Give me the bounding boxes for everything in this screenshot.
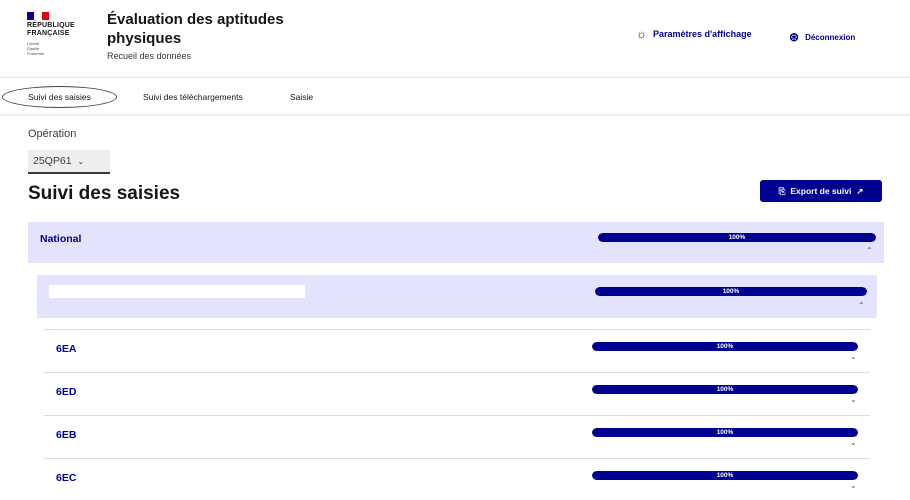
row-label: 6EB [56,429,77,441]
logout-button[interactable]: ⊛ Déconnexion [789,30,855,44]
logo-motto: Liberté Égalité Fraternité [27,41,82,56]
progress-bar-text: 100% [716,429,734,436]
page-title: Suivi des saisies [28,183,181,204]
row-label: 6ED [56,386,77,398]
logo-line-2: FRANÇAISE [27,30,70,37]
accordion-class-6ed[interactable]: 6ED 100% ⌄ [44,372,870,415]
operation-label: Opération [28,128,77,140]
tab-label: Suivi des téléchargements [143,92,243,102]
user-circle-icon: ⊛ [789,30,800,44]
chevron-up-icon[interactable]: ⌃ [866,246,873,255]
tab-label: Saisie [290,92,314,102]
tab-bar: Suivi des saisies Suivi des téléchargeme… [0,80,910,116]
row-label: National [40,233,82,245]
chevron-up-icon[interactable]: ⌃ [858,301,865,310]
tab-label: Suivi des saisies [28,92,91,102]
display-settings-button[interactable]: ☼ Paramètres d'affichage [636,27,752,41]
operation-selected-value: 25QP61 [33,155,72,167]
export-button[interactable]: ⎘ Export de suivi ↗ [760,180,882,202]
progress-bar: 100% [592,385,858,394]
download-file-icon: ⎘ [778,185,786,196]
progress-bar-text: 100% [728,234,746,241]
export-button-label: Export de suivi [790,186,852,196]
row-label: 6EC [56,472,77,484]
sun-icon: ☼ [636,27,647,41]
accordion-class-6eb[interactable]: 6EB 100% ⌄ [44,415,870,458]
tab-saisie[interactable]: Saisie [290,92,313,102]
external-link-icon: ↗ [856,185,864,196]
chevron-down-icon[interactable]: ⌄ [850,395,857,404]
school-name-redacted [49,285,305,298]
chevron-down-icon[interactable]: ⌄ [850,481,857,490]
site-header: RÉPUBLIQUE FRANÇAISE Liberté Égalité Fra… [0,0,910,78]
progress-bar-text: 100% [722,288,740,295]
progress-bar: 100% [595,287,867,296]
progress-bar-text: 100% [716,343,734,350]
chevron-down-icon[interactable]: ⌄ [850,438,857,447]
operation-select[interactable]: 25QP61 ⌄ [28,150,110,174]
accordion-national[interactable]: National 100% ⌃ [28,222,884,263]
site-subtitle: Recueil des données [107,51,192,61]
site-title[interactable]: Évaluation des aptitudes physiques [107,10,307,48]
progress-bar: 100% [592,428,858,437]
republique-francaise-logo[interactable]: RÉPUBLIQUE FRANÇAISE Liberté Égalité Fra… [27,12,82,56]
logout-label: Déconnexion [805,32,856,42]
progress-bar-text: 100% [716,386,734,393]
progress-bar: 100% [592,342,858,351]
chevron-down-icon[interactable]: ⌄ [850,352,857,361]
flag-icon [27,12,49,20]
chevron-down-icon: ⌄ [77,156,85,166]
accordion-class-6ec[interactable]: 6EC 100% ⌄ [44,458,870,500]
tab-suivi-telechargements[interactable]: Suivi des téléchargements [143,92,243,102]
accordion-class-6ea[interactable]: 6EA 100% ⌄ [44,329,870,372]
logo-line-1: RÉPUBLIQUE [27,22,75,29]
progress-bar: 100% [598,233,876,242]
row-label: 6EA [56,343,77,355]
motto-line-3: Fraternité [27,51,45,56]
progress-bar-text: 100% [716,472,734,479]
display-settings-label: Paramètres d'affichage [653,29,752,39]
accordion-school[interactable]: 100% ⌃ [37,275,877,318]
progress-bar: 100% [592,471,858,480]
tab-suivi-saisies[interactable]: Suivi des saisies [2,86,117,108]
